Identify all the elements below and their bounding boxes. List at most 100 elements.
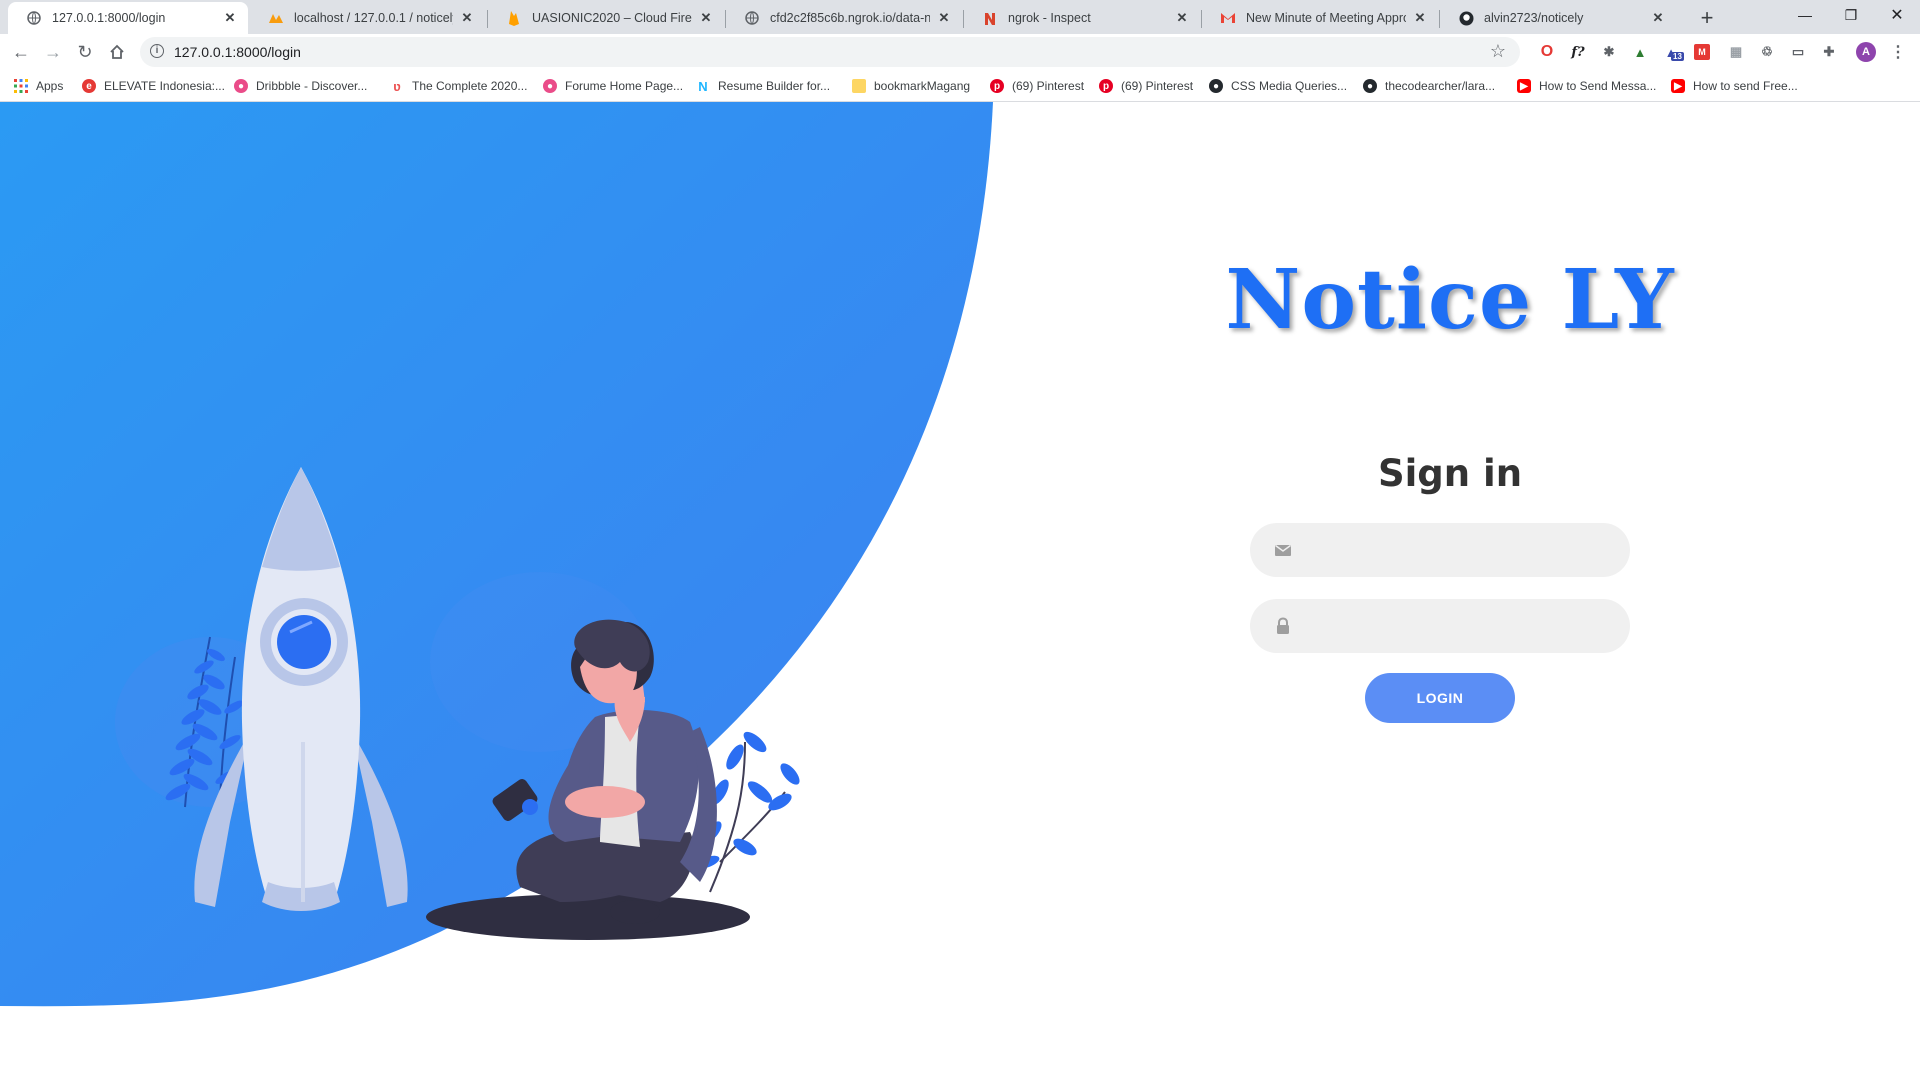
close-tab-icon[interactable]: ✕ <box>1412 10 1428 26</box>
envelope-icon <box>1275 544 1291 556</box>
password-field[interactable] <box>1250 599 1630 655</box>
bookmark-pinterest-1[interactable]: p (69) Pinterest <box>990 77 1084 95</box>
close-tab-icon[interactable]: ✕ <box>1650 10 1666 26</box>
tab-title: cfd2c2f85c6b.ngrok.io/data-notif <box>770 11 930 25</box>
android-extension-icon[interactable]: ▲ <box>1630 42 1650 62</box>
puzzle-extensions-icon[interactable]: ✚ <box>1819 42 1839 62</box>
email-input[interactable] <box>1310 523 1614 579</box>
forward-button[interactable]: → <box>39 38 67 66</box>
bookmark-dribbble[interactable]: ● Dribbble - Discover... <box>234 77 367 95</box>
bookmark-thecodearcher[interactable]: ● thecodearcher/lara... <box>1363 77 1495 95</box>
mega-extension-icon[interactable]: M <box>1694 44 1710 60</box>
brand-logo: Notice LY <box>1225 252 1675 348</box>
profile-avatar[interactable]: A <box>1856 42 1876 62</box>
login-page: Notice LY Sign in LOGIN <box>0 102 1920 1080</box>
tab-ngrok-data[interactable]: cfd2c2f85c6b.ngrok.io/data-notif ✕ <box>726 2 962 34</box>
bookmark-youtube-1[interactable]: ▶ How to Send Messa... <box>1517 77 1656 95</box>
globe-icon <box>26 10 42 26</box>
dribbble-icon: ● <box>234 79 248 93</box>
tab-github[interactable]: alvin2723/noticely ✕ <box>1440 2 1676 34</box>
github-icon: ● <box>1209 79 1223 93</box>
chat-extension-icon[interactable]: ▭ <box>1788 42 1808 62</box>
close-tab-icon[interactable]: ✕ <box>1174 10 1190 26</box>
email-field[interactable] <box>1250 523 1630 579</box>
tab-gmail[interactable]: New Minute of Meeting Approva ✕ <box>1202 2 1438 34</box>
bookmark-label: Apps <box>36 79 64 93</box>
reload-button[interactable]: ↻ <box>71 38 99 66</box>
bug-extension-icon[interactable]: ✱ <box>1599 42 1619 62</box>
info-icon[interactable]: i <box>150 44 164 58</box>
youtube-icon: ▶ <box>1517 79 1531 93</box>
pinterest-icon: p <box>1099 79 1113 93</box>
person-shadow <box>426 894 750 940</box>
bookmark-label: bookmarkMagang <box>874 79 971 93</box>
close-tab-icon[interactable]: ✕ <box>459 10 475 26</box>
reload-icon: ↻ <box>77 41 93 62</box>
tab-title: New Minute of Meeting Approva <box>1246 11 1406 25</box>
login-button[interactable]: LOGIN <box>1365 673 1515 723</box>
arrow-left-icon: ← <box>12 41 30 62</box>
extension-badge: 13 <box>1671 52 1684 61</box>
tab-title: alvin2723/noticely <box>1484 11 1584 25</box>
tab-phpmyadmin[interactable]: localhost / 127.0.0.1 / noticely | p ✕ <box>250 2 485 34</box>
bookmarks-bar: Apps e ELEVATE Indonesia:... ● Dribbble … <box>0 70 1920 102</box>
firebase-icon <box>506 10 522 26</box>
youtube-icon: ▶ <box>1671 79 1685 93</box>
tab-title: ngrok - Inspect <box>1008 11 1091 25</box>
folder-icon <box>852 79 866 93</box>
tab-title: UASIONIC2020 – Cloud Firestore <box>532 11 692 25</box>
password-input[interactable] <box>1310 599 1614 655</box>
minimize-button[interactable]: — <box>1782 0 1828 30</box>
home-icon <box>110 44 124 59</box>
apps-grid-icon <box>14 79 28 93</box>
bookmark-complete-2020[interactable]: ʋ The Complete 2020... <box>390 77 527 95</box>
bookmark-label: The Complete 2020... <box>412 79 528 93</box>
tab-title: localhost / 127.0.0.1 / noticely | p <box>294 11 453 25</box>
lock-icon <box>1277 617 1289 634</box>
close-window-button[interactable]: ✕ <box>1874 0 1920 30</box>
bookmark-resume-builder[interactable]: N Resume Builder for... <box>696 77 830 95</box>
bookmark-youtube-2[interactable]: ▶ How to send Free... <box>1671 77 1798 95</box>
menu-kebab-icon[interactable]: ⋮ <box>1888 42 1908 62</box>
tab-login[interactable]: 127.0.0.1:8000/login ✕ <box>8 2 248 34</box>
bookmark-label: Forume Home Page... <box>565 79 684 93</box>
bookmark-star-icon[interactable]: ☆ <box>1490 41 1506 62</box>
bookmark-label: (69) Pinterest <box>1012 79 1085 93</box>
opera-extension-icon[interactable]: O <box>1537 42 1557 62</box>
ngrok-icon <box>982 10 998 26</box>
bookmark-forume[interactable]: ● Forume Home Page... <box>543 77 683 95</box>
close-tab-icon[interactable]: ✕ <box>936 10 952 26</box>
close-tab-icon[interactable]: ✕ <box>222 10 238 26</box>
elevate-icon: e <box>82 79 96 93</box>
hero-background-blob <box>0 102 993 1007</box>
bookmark-label: How to Send Messa... <box>1539 79 1657 93</box>
bookmark-label: How to send Free... <box>1693 79 1798 93</box>
tab-title: 127.0.0.1:8000/login <box>52 11 166 25</box>
bookmark-label: Resume Builder for... <box>718 79 831 93</box>
bookmark-css-media[interactable]: ● CSS Media Queries... <box>1209 77 1347 95</box>
url-text[interactable]: 127.0.0.1:8000/login <box>174 44 301 60</box>
bookmark-elevate[interactable]: e ELEVATE Indonesia:... <box>82 77 225 95</box>
pinterest-icon: p <box>990 79 1004 93</box>
new-tab-button[interactable]: + <box>1693 4 1721 32</box>
bookmark-pinterest-2[interactable]: p (69) Pinterest <box>1099 77 1193 95</box>
dribbble-icon: ● <box>543 79 557 93</box>
tab-ngrok-inspect[interactable]: ngrok - Inspect ✕ <box>964 2 1200 34</box>
browser-toolbar: ← → ↻ i 127.0.0.1:8000/login ☆ O f? ✱ ▲ … <box>0 34 1920 70</box>
formula-extension-icon[interactable]: f? <box>1568 42 1588 62</box>
address-bar[interactable]: i 127.0.0.1:8000/login ☆ <box>140 37 1520 67</box>
close-tab-icon[interactable]: ✕ <box>698 10 714 26</box>
home-button[interactable] <box>103 38 131 66</box>
calendar-extension-icon[interactable]: ▦ <box>1726 42 1746 62</box>
tab-firestore[interactable]: UASIONIC2020 – Cloud Firestore ✕ <box>488 2 724 34</box>
globe-icon <box>744 10 760 26</box>
graduation-extension-icon[interactable]: ▲ 13 <box>1661 42 1684 62</box>
restore-button[interactable]: ❐ <box>1828 0 1874 30</box>
bookmark-label: CSS Media Queries... <box>1231 79 1348 93</box>
bookmark-apps[interactable]: Apps <box>14 77 63 95</box>
github-icon: ● <box>1363 79 1377 93</box>
bookmark-folder-magang[interactable]: bookmarkMagang <box>852 77 970 95</box>
bookmark-label: (69) Pinterest <box>1121 79 1194 93</box>
back-button[interactable]: ← <box>7 38 35 66</box>
recycle-extension-icon[interactable]: ♲ <box>1757 42 1777 62</box>
